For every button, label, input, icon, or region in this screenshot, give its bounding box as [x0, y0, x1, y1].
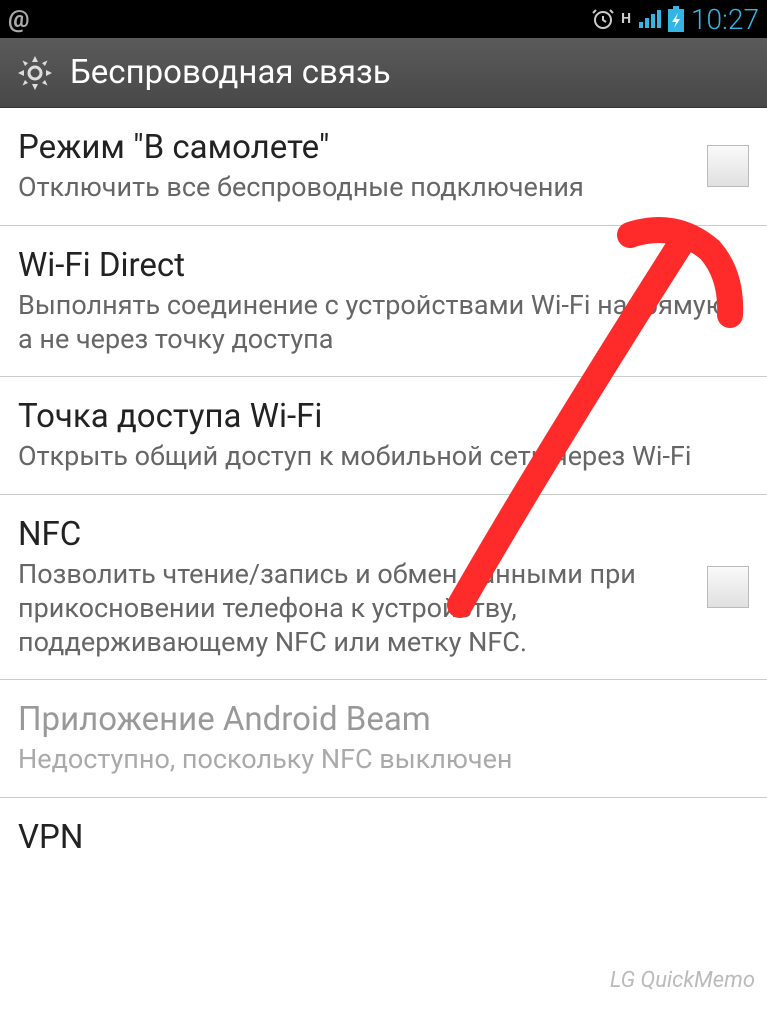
setting-subtitle: Недоступно, поскольку NFC выключен	[18, 743, 749, 777]
alarm-icon	[591, 7, 615, 31]
header-bar: Беспроводная связь	[0, 38, 767, 108]
airplane-checkbox[interactable]	[707, 145, 749, 187]
signal-icon	[637, 8, 661, 30]
setting-subtitle: Позволить чтение/запись и обмен данными …	[18, 558, 691, 659]
at-icon: @	[8, 5, 30, 33]
nfc-checkbox[interactable]	[707, 566, 749, 608]
status-left: @	[8, 5, 30, 33]
status-right: H 10:27	[591, 3, 759, 36]
setting-subtitle: Выполнять соединение с устройствами Wi-F…	[18, 289, 749, 357]
watermark: LG QuickMemo	[610, 968, 755, 993]
setting-item-nfc[interactable]: NFC Позволить чтение/запись и обмен данн…	[0, 495, 767, 680]
header-title: Беспроводная связь	[70, 53, 391, 92]
setting-title: Точка доступа Wi-Fi	[18, 397, 749, 436]
network-type: H	[621, 11, 631, 27]
status-bar: @ H 10:27	[0, 0, 767, 38]
setting-title: Приложение Android Beam	[18, 700, 749, 739]
setting-title: Режим "В самолете"	[18, 128, 691, 167]
setting-title: VPN	[18, 818, 749, 857]
setting-subtitle: Открыть общий доступ к мобильной сети че…	[18, 440, 749, 474]
gear-icon	[14, 52, 56, 94]
setting-item-hotspot[interactable]: Точка доступа Wi-Fi Открыть общий доступ…	[0, 377, 767, 495]
setting-item-vpn[interactable]: VPN	[0, 798, 767, 869]
setting-title: NFC	[18, 515, 691, 554]
battery-icon	[667, 6, 685, 32]
status-time: 10:27	[691, 3, 759, 36]
setting-subtitle: Отключить все беспроводные подключения	[18, 171, 691, 205]
setting-item-wifi-direct[interactable]: Wi-Fi Direct Выполнять соединение с устр…	[0, 226, 767, 378]
setting-title: Wi-Fi Direct	[18, 246, 749, 285]
setting-item-airplane[interactable]: Режим "В самолете" Отключить все беспров…	[0, 108, 767, 226]
settings-list: Режим "В самолете" Отключить все беспров…	[0, 108, 767, 869]
setting-item-android-beam: Приложение Android Beam Недоступно, поск…	[0, 680, 767, 798]
